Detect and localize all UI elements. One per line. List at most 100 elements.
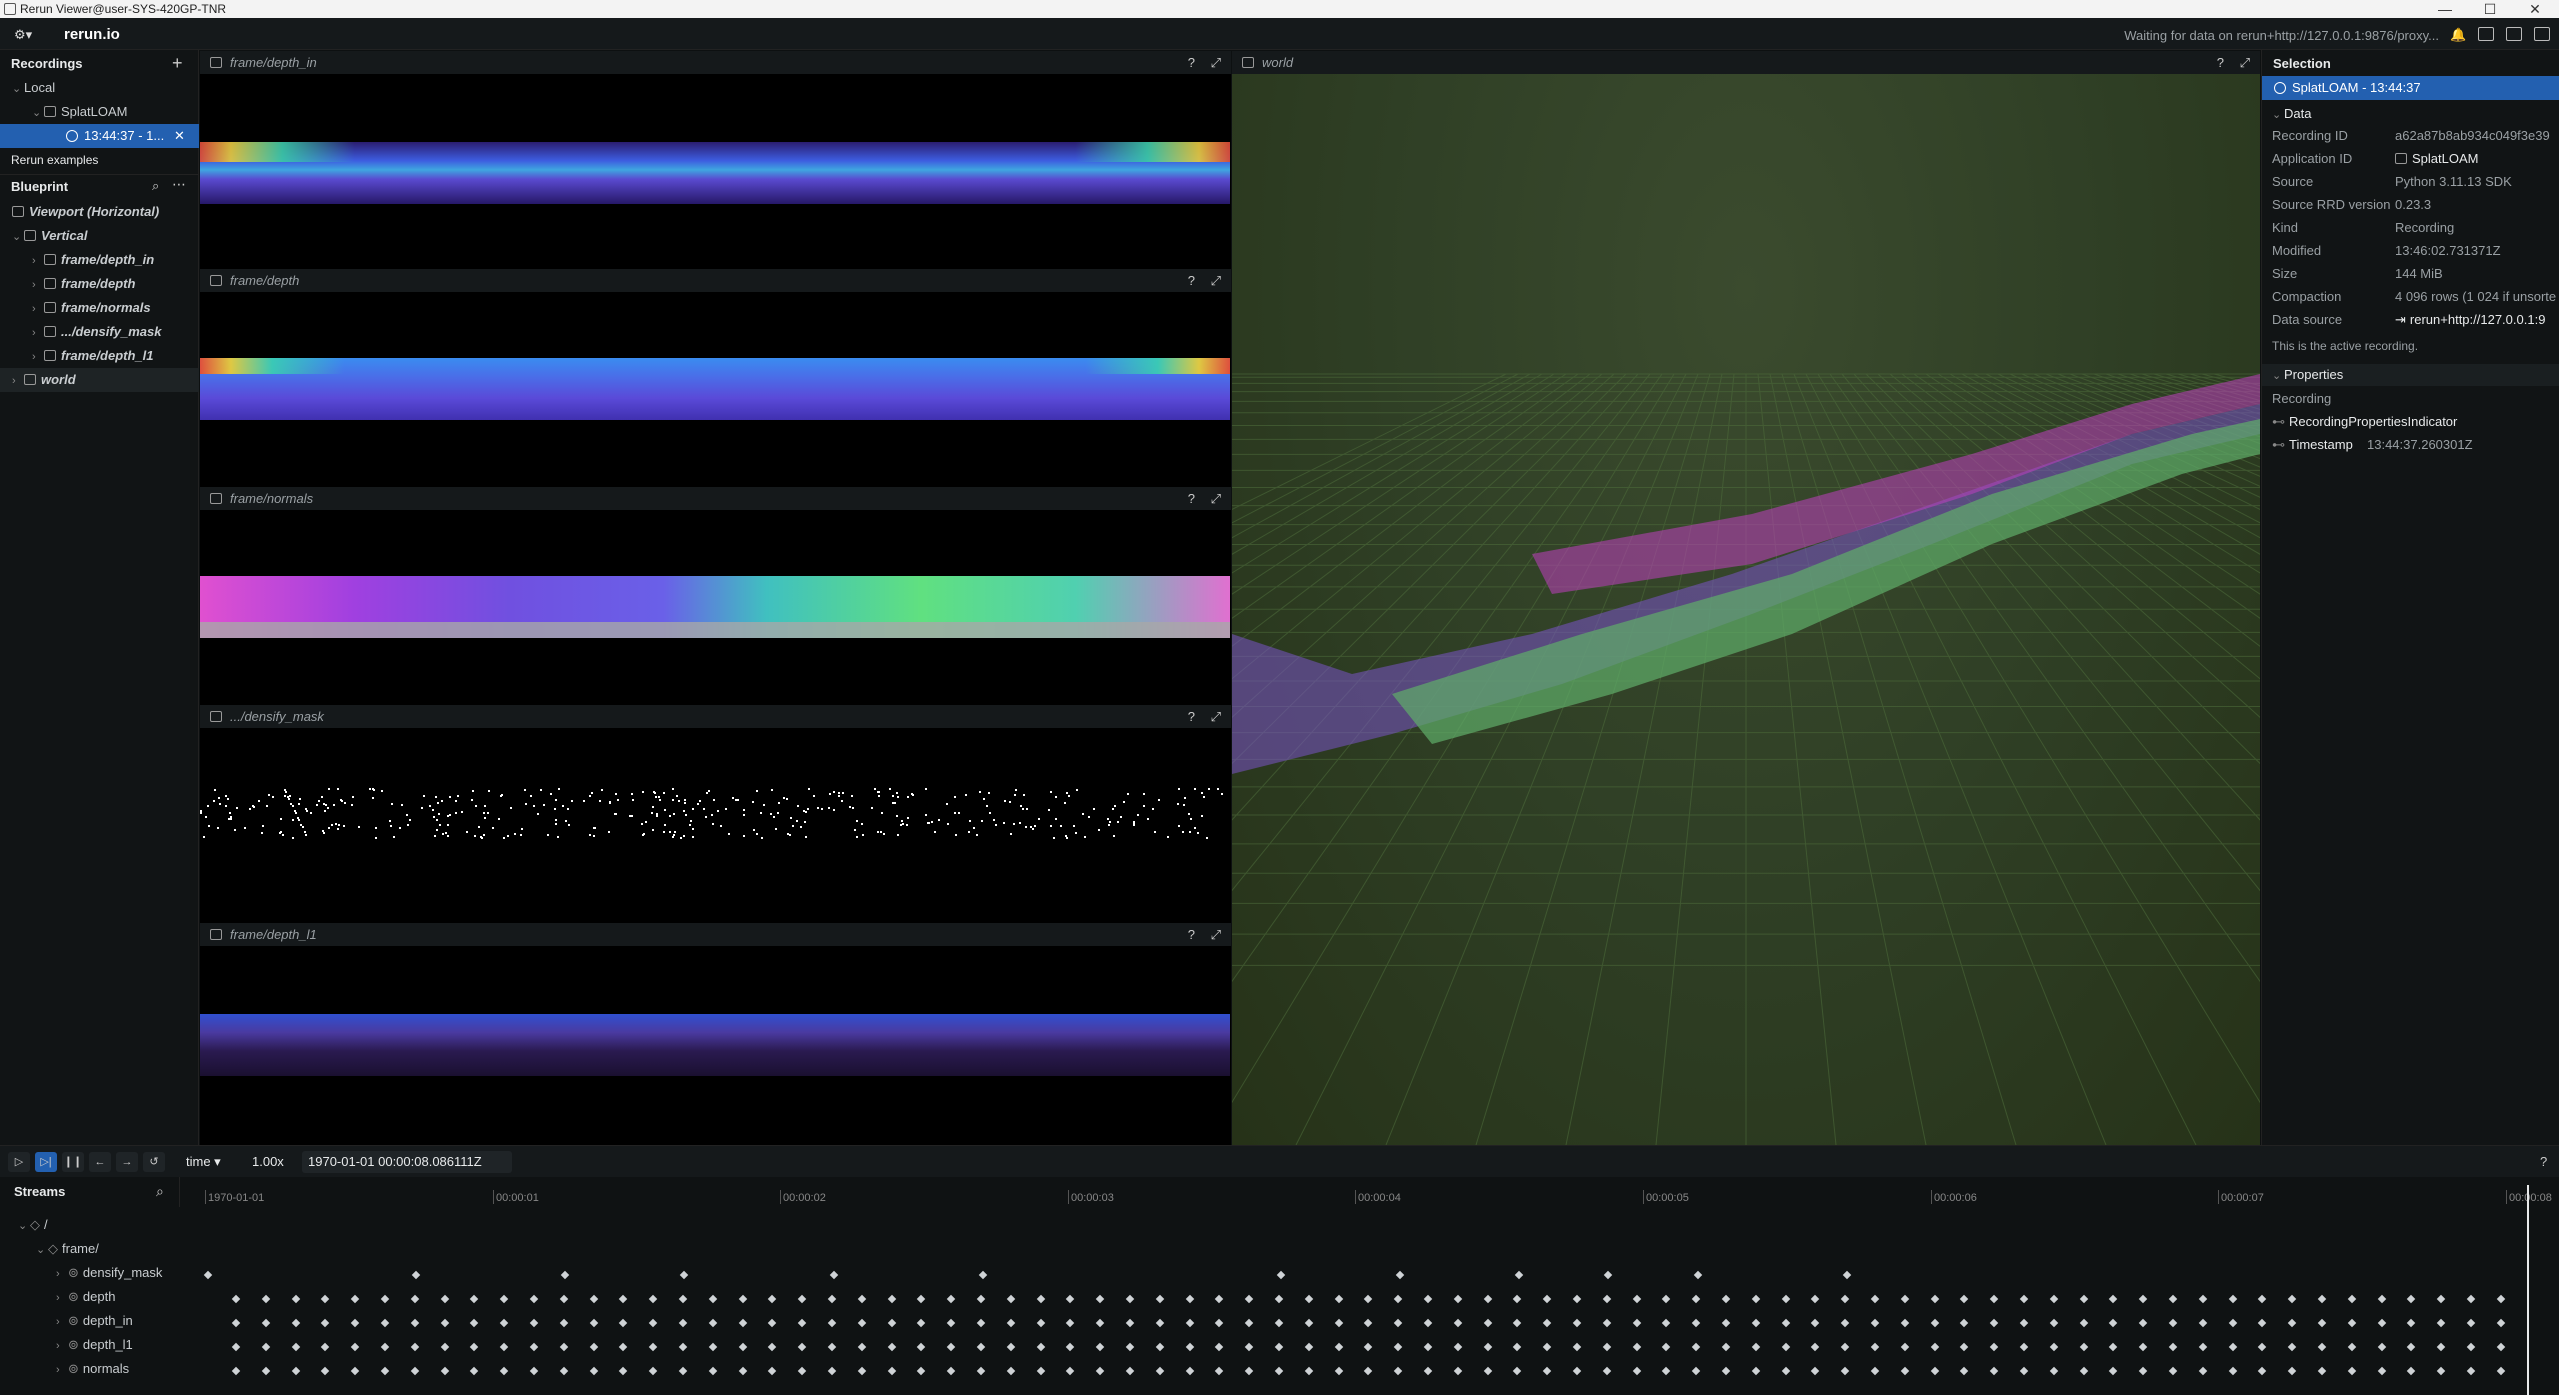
blueprint-item-depth[interactable]: › frame/depth <box>0 272 199 296</box>
help-icon[interactable]: ? <box>1188 269 1195 292</box>
time-tick-line <box>493 1190 494 1204</box>
time-tick-line <box>205 1190 206 1204</box>
minimize-icon[interactable]: — <box>2431 0 2459 18</box>
menu-icon[interactable]: ⚙▾ <box>14 27 32 42</box>
notification-icon[interactable]: 🔔 <box>2450 27 2466 42</box>
maximize-view-icon[interactable]: ⤢ <box>1211 705 1221 728</box>
help-icon[interactable]: ? <box>2217 51 2224 74</box>
view-normals[interactable] <box>200 510 1231 705</box>
chevron-right-icon[interactable]: › <box>56 1262 68 1286</box>
view-depth-in[interactable] <box>200 74 1231 269</box>
right-panel-toggle-icon[interactable] <box>2534 27 2550 41</box>
help-icon[interactable]: ? <box>2540 1154 2547 1169</box>
maximize-icon[interactable]: ☐ <box>2476 0 2504 18</box>
view-depth-l1[interactable] <box>200 946 1231 1145</box>
view-2d-icon <box>210 493 222 504</box>
rerun-logo[interactable]: rerun.io <box>64 26 120 43</box>
add-recording-icon[interactable]: + <box>172 53 183 74</box>
help-icon[interactable]: ? <box>1188 51 1195 74</box>
stream-frame[interactable]: ⌄ ◇ frame/ <box>0 1237 99 1261</box>
depth-l1-image <box>200 1014 1230 1076</box>
maximize-view-icon[interactable]: ⤢ <box>1211 51 1221 74</box>
blueprint-item-viewport[interactable]: Viewport (Horizontal) <box>0 200 199 224</box>
local-group[interactable]: ⌄ Local <box>0 76 199 100</box>
timeline-selector[interactable]: time ▾ <box>186 1154 221 1170</box>
chevron-right-icon[interactable]: › <box>32 321 44 345</box>
blueprint-item-vertical[interactable]: ⌄ Vertical <box>0 224 199 248</box>
maximize-view-icon[interactable]: ⤢ <box>2240 51 2250 74</box>
chevron-down-icon[interactable]: ⌄ <box>12 225 24 249</box>
view-world-3d[interactable] <box>1232 74 2260 1145</box>
help-icon[interactable]: ? <box>1188 487 1195 510</box>
blueprint-item-depth-in[interactable]: › frame/depth_in <box>0 248 199 272</box>
follow-icon[interactable]: ▷| <box>35 1152 57 1172</box>
chevron-right-icon[interactable]: › <box>32 345 44 369</box>
view-header-depth[interactable]: frame/depth? ⤢ <box>200 269 1231 292</box>
more-icon[interactable]: ⋯ <box>172 176 186 193</box>
chevron-right-icon[interactable]: › <box>32 273 44 297</box>
maximize-view-icon[interactable]: ⤢ <box>1211 487 1221 510</box>
chevron-down-icon[interactable]: ⌄ <box>18 1214 30 1238</box>
active-note: This is the active recording. <box>2272 339 2419 353</box>
blueprint-item-depth-l1[interactable]: › frame/depth_l1 <box>0 344 199 368</box>
chevron-right-icon[interactable]: › <box>56 1310 68 1334</box>
recording-icon <box>2274 82 2286 94</box>
play-icon[interactable]: ▷ <box>8 1152 30 1172</box>
stream-densify-mask[interactable]: › ⊚ densify_mask <box>0 1261 162 1285</box>
step-back-icon[interactable]: ← <box>89 1152 111 1172</box>
maximize-view-icon[interactable]: ⤢ <box>1211 923 1221 946</box>
view-depth[interactable] <box>200 292 1231 487</box>
current-time-field[interactable]: 1970-01-01 00:00:08.086111Z <box>302 1151 512 1173</box>
rerun-examples-link[interactable]: Rerun examples <box>0 148 199 172</box>
component-icon: ⊷ <box>2272 414 2285 429</box>
stream-depth-in[interactable]: › ⊚ depth_in <box>0 1309 133 1333</box>
view-header-world[interactable]: world? ⤢ <box>1232 51 2260 74</box>
help-icon[interactable]: ? <box>1188 923 1195 946</box>
step-forward-icon[interactable]: → <box>116 1152 138 1172</box>
stream-root[interactable]: ⌄ ◇ / <box>0 1213 48 1237</box>
chevron-right-icon[interactable]: › <box>56 1334 68 1358</box>
pause-icon[interactable]: ❙❙ <box>62 1152 84 1172</box>
maximize-view-icon[interactable]: ⤢ <box>1211 269 1221 292</box>
chevron-down-icon[interactable]: ⌄ <box>12 77 24 101</box>
view-header-depth-l1[interactable]: frame/depth_l1? ⤢ <box>200 923 1231 946</box>
left-panel-toggle-icon[interactable] <box>2478 27 2494 41</box>
app-splatloam[interactable]: ⌄ SplatLOAM <box>0 100 199 124</box>
close-window-icon[interactable]: ✕ <box>2521 0 2549 18</box>
close-recording-icon[interactable]: ✕ <box>174 124 185 148</box>
chevron-down-icon[interactable]: ⌄ <box>2272 365 2284 387</box>
stream-depth[interactable]: › ⊚ depth <box>0 1285 115 1309</box>
chevron-right-icon[interactable]: › <box>56 1358 68 1382</box>
chevron-right-icon[interactable]: › <box>12 369 24 393</box>
view-header-depth-in[interactable]: frame/depth_in? ⤢ <box>200 51 1231 74</box>
properties-section-header[interactable]: ⌄ Properties <box>2262 364 2559 386</box>
app-icon <box>4 3 16 15</box>
chevron-down-icon[interactable]: ⌄ <box>32 101 44 125</box>
view-header-normals[interactable]: frame/normals? ⤢ <box>200 487 1231 510</box>
chevron-right-icon[interactable]: › <box>56 1286 68 1310</box>
time-cursor[interactable] <box>2527 1185 2529 1395</box>
search-icon[interactable]: ⌕ <box>152 178 159 194</box>
blueprint-item-densify-mask[interactable]: › .../densify_mask <box>0 320 199 344</box>
chevron-right-icon[interactable]: › <box>32 297 44 321</box>
loop-icon[interactable]: ↺ <box>143 1152 165 1172</box>
search-icon[interactable]: ⌕ <box>156 1183 164 1200</box>
blueprint-item-normals[interactable]: › frame/normals <box>0 296 199 320</box>
stream-normals[interactable]: › ⊚ normals <box>0 1357 129 1381</box>
timeline-area[interactable] <box>190 1177 2559 1395</box>
view-header-densify-mask[interactable]: .../densify_mask? ⤢ <box>200 705 1231 728</box>
chevron-down-icon[interactable]: ⌄ <box>36 1238 48 1262</box>
selected-item[interactable]: SplatLOAM - 13:44:37 <box>2262 76 2559 100</box>
viewport-icon <box>12 206 24 217</box>
bottom-panel-toggle-icon[interactable] <box>2506 27 2522 41</box>
pointcloud-road <box>1392 419 2260 744</box>
view-densify-mask[interactable] <box>200 728 1231 923</box>
recordings-header: Recordings <box>11 56 83 71</box>
stream-depth-l1[interactable]: › ⊚ depth_l1 <box>0 1333 133 1357</box>
row-data-source[interactable]: Data source ⇥ rerun+http://127.0.0.1:9 <box>2272 308 2559 331</box>
chevron-right-icon[interactable]: › <box>32 249 44 273</box>
blueprint-item-world[interactable]: › world <box>0 368 199 392</box>
recording-item[interactable]: 13:44:37 - 1... ✕ <box>0 124 199 148</box>
speed-selector[interactable]: 1.00x <box>252 1154 284 1169</box>
help-icon[interactable]: ? <box>1188 705 1195 728</box>
